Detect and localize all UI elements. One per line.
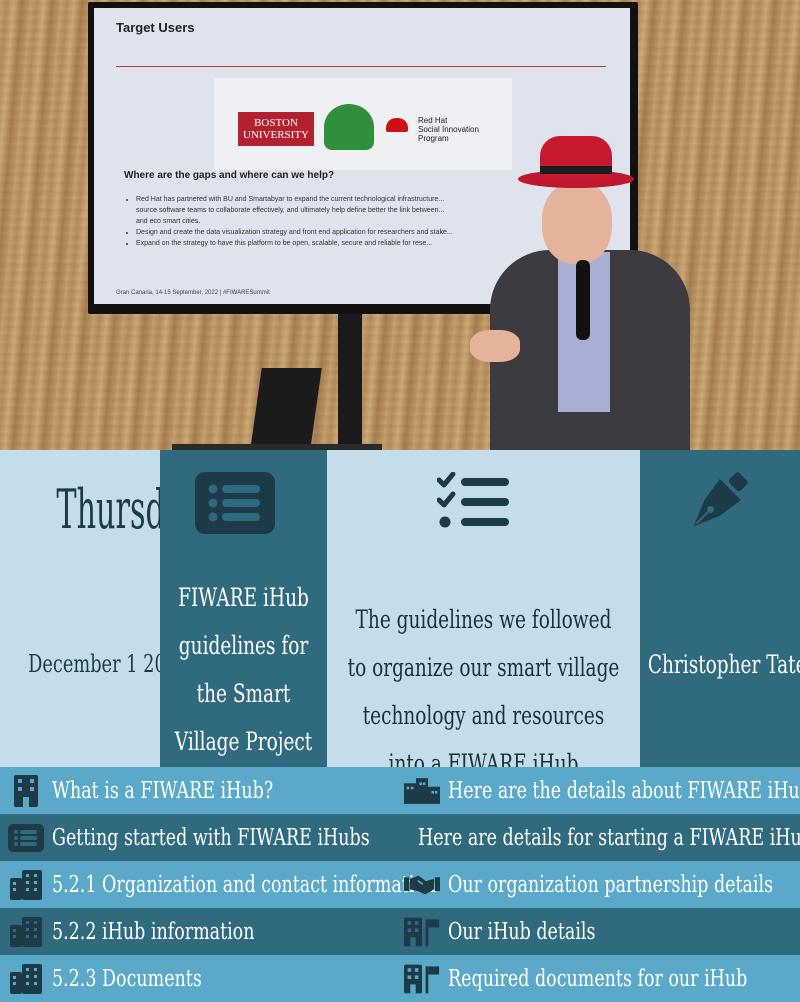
slide-title: Target Users xyxy=(116,20,195,35)
city-icon xyxy=(404,775,440,807)
link-ihub-details[interactable]: Here are the details about FIWARE iHubs. xyxy=(404,767,800,814)
laptop xyxy=(250,368,322,450)
building-flag-icon xyxy=(404,916,440,948)
topic-title: FIWARE iHub guidelines for the Smart Vil… xyxy=(174,583,313,756)
day-label: Thursday xyxy=(56,478,160,541)
resource-list: What is a FIWARE iHub? Here are the deta… xyxy=(0,767,800,1002)
topic-column: FIWARE iHub guidelines for the Smart Vil… xyxy=(160,450,327,767)
link-getting-started[interactable]: Getting started with FIWARE iHubs xyxy=(8,814,398,861)
checklist-icon xyxy=(436,471,511,536)
handshake-icon xyxy=(404,869,440,901)
link-what-is-ihub[interactable]: What is a FIWARE iHub? xyxy=(8,767,398,814)
partner-logos: BOSTON UNIVERSITY Red Hat Social Innovat… xyxy=(214,78,512,170)
microphone xyxy=(576,260,590,340)
day-column: Thursday December 1 2022 xyxy=(0,450,160,767)
link-required-documents[interactable]: Required documents for our iHub xyxy=(404,955,800,1002)
link-our-ihub-details[interactable]: Our iHub details xyxy=(404,908,800,955)
description-column: The guidelines we followed to organize o… xyxy=(327,450,640,767)
link-partnership-details[interactable]: Our organization partnership details xyxy=(404,861,800,908)
link-ihub-information[interactable]: 5.2.2 iHub information xyxy=(8,908,398,955)
building-icon xyxy=(8,774,44,807)
date-label: December 1 2022 xyxy=(28,650,160,678)
city-icon xyxy=(8,869,44,901)
speaker-figure xyxy=(470,130,700,450)
link-organization-contact[interactable]: 5.2.1 Organization and contact informati… xyxy=(8,861,436,908)
pen-nib-icon xyxy=(684,470,750,540)
link-starting-ihub[interactable]: Here are details for starting a FIWARE i… xyxy=(404,814,800,861)
event-photo: Target Users BOSTON UNIVERSITY Red Hat S… xyxy=(0,0,800,450)
city-icon xyxy=(8,963,44,995)
speaker-name: Christopher Tate xyxy=(647,650,800,679)
list-icon xyxy=(195,472,275,538)
city-icon xyxy=(8,916,44,948)
redhat-hat-icon xyxy=(386,118,408,132)
boston-university-logo: BOSTON UNIVERSITY xyxy=(238,112,314,146)
speaker-column: Christopher Tate xyxy=(640,450,800,767)
list-item: What is a FIWARE iHub? Here are the deta… xyxy=(0,767,800,814)
list-item: 5.2.2 iHub information Our iHub details xyxy=(0,908,800,955)
link-documents[interactable]: 5.2.3 Documents xyxy=(8,955,398,1002)
smartabyar-logo xyxy=(324,104,374,150)
tv-stand xyxy=(338,314,362,450)
list-item: 5.2.1 Organization and contact informati… xyxy=(0,861,800,908)
list-item: Getting started with FIWARE iHubs Here a… xyxy=(0,814,800,861)
slide-question: Where are the gaps and where can we help… xyxy=(124,170,335,181)
list-item: 5.2.3 Documents Required documents for o… xyxy=(0,955,800,1002)
session-description: The guidelines we followed to organize o… xyxy=(347,605,620,767)
slide-footer: Gran Canaria, 14-15 September, 2022 | #F… xyxy=(116,290,270,296)
session-card: Thursday December 1 2022 FIWARE iHub gui… xyxy=(0,450,800,767)
list-icon xyxy=(8,822,44,854)
building-flag-icon xyxy=(404,963,440,995)
